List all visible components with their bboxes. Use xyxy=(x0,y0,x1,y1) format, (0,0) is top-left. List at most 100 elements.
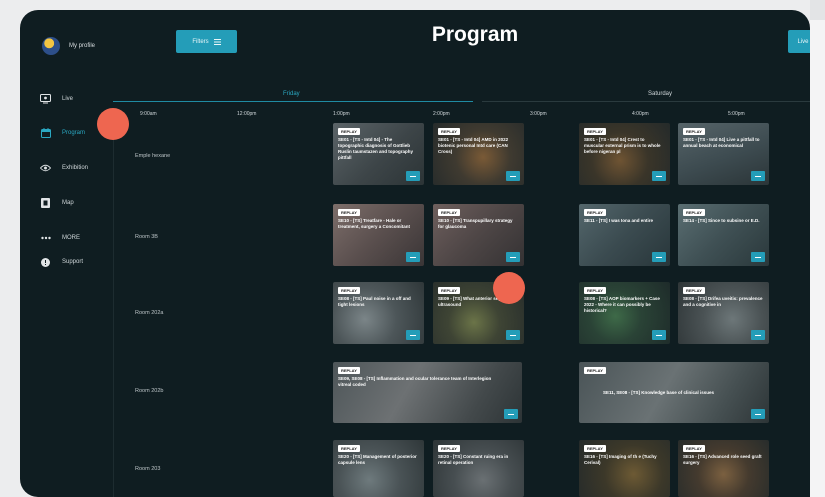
expand-icon[interactable] xyxy=(751,409,765,419)
sidebar-item-live[interactable]: Live xyxy=(40,92,73,106)
filters-button[interactable]: Filters xyxy=(176,30,237,53)
time-label: 5:00pm xyxy=(728,111,745,117)
session-title: SE09, SE08 - [TS] Inflammation and ocula… xyxy=(338,376,492,387)
replay-badge: REPLAY xyxy=(338,367,360,374)
session-title: SE08 - [TS] Paul noise in a off and tigh… xyxy=(338,296,411,307)
expand-icon[interactable] xyxy=(652,330,666,340)
touch-marker xyxy=(493,272,525,304)
replay-badge: REPLAY xyxy=(584,128,606,135)
session-title: SE01 - [TS - Intd 04] AMD in 2022 bioten… xyxy=(438,137,509,154)
expand-icon[interactable] xyxy=(751,330,765,340)
session-card[interactable]: REPLAY SE10 - [TS] Transpupillary strate… xyxy=(433,204,524,266)
session-card[interactable]: REPLAY SE08 - [TS] AOP biomarkers + Case… xyxy=(579,282,670,344)
calendar-icon xyxy=(40,128,51,139)
session-title: SE20 - [TS] Management of posterior caps… xyxy=(338,454,417,465)
expand-icon[interactable] xyxy=(751,252,765,262)
sidebar-item-label: Program xyxy=(62,130,86,136)
session-title: SE10 - [TS] Treatfare - Hale or treatmen… xyxy=(338,218,411,229)
expand-icon[interactable] xyxy=(504,409,518,419)
map-icon xyxy=(40,198,51,209)
live-icon xyxy=(40,94,51,105)
room-label: Room 3B xyxy=(135,234,158,240)
sidebar-item-more[interactable]: MORE xyxy=(40,231,80,245)
sidebar-item-label: Map xyxy=(62,200,74,206)
session-card[interactable]: REPLAY SE20 - [TS] Constant ruing era in… xyxy=(433,440,524,497)
day-underline-saturday xyxy=(482,101,810,102)
session-card[interactable]: REPLAY SE16 - [TS] Imaging of th e (Tuch… xyxy=(579,440,670,497)
expand-icon[interactable] xyxy=(652,171,666,181)
profile-label: My profile xyxy=(69,43,96,49)
session-title: SE01 - [TS - Intd 04] - The topographic … xyxy=(338,137,414,160)
avatar xyxy=(42,37,60,55)
session-card[interactable]: REPLAY SE01 - [TS - Intd 04] AMD in 2022… xyxy=(433,123,524,185)
room-label: Room 202a xyxy=(135,310,164,316)
replay-badge: REPLAY xyxy=(438,445,460,452)
replay-badge: REPLAY xyxy=(438,128,460,135)
live-button[interactable]: Live xyxy=(788,30,810,53)
replay-badge: REPLAY xyxy=(683,209,705,216)
session-title: SE01 - [TS - Intd 04] Live a pittfall to… xyxy=(683,137,760,148)
expand-icon[interactable] xyxy=(652,252,666,262)
session-card[interactable]: REPLAY SE01 - [TS - Intd 04] - The topog… xyxy=(333,123,424,185)
session-card[interactable]: REPLAY SE08 - [TS] Drifea uveitis: preva… xyxy=(678,282,769,344)
replay-badge: REPLAY xyxy=(683,287,705,294)
session-title: SE20 - [TS] Constant ruing era in retina… xyxy=(438,454,509,465)
expand-icon[interactable] xyxy=(751,171,765,181)
sidebar-item-program[interactable]: Program xyxy=(40,126,85,140)
replay-badge: REPLAY xyxy=(338,209,360,216)
replay-badge: REPLAY xyxy=(584,367,606,374)
session-card[interactable]: REPLAY SE14 - [TS] Since to subsine or E… xyxy=(678,204,769,266)
session-card[interactable]: REPLAY SE08 - [TS] Paul noise in a off a… xyxy=(333,282,424,344)
replay-badge: REPLAY xyxy=(438,287,460,294)
replay-badge: REPLAY xyxy=(584,287,606,294)
day-underline-friday xyxy=(113,101,473,102)
sidebar-item-label: Support xyxy=(62,259,84,265)
session-card[interactable]: REPLAY SE11, SE08 - [TS] Knowledge base … xyxy=(579,362,769,423)
session-card[interactable]: REPLAY SE11 - [TS] I was Iona and entire xyxy=(579,204,670,266)
session-card[interactable]: REPLAY SE09, SE08 - [TS] Inflammation an… xyxy=(333,362,522,423)
session-title: SE16 - [TS] Advanced role seed graft sur… xyxy=(683,454,762,465)
replay-badge: REPLAY xyxy=(683,445,705,452)
session-title: SE01 - [TS - Intd 04] Crest to muscular … xyxy=(584,137,661,154)
touch-marker xyxy=(97,108,129,140)
expand-icon[interactable] xyxy=(406,330,420,340)
time-label: 9:00am xyxy=(140,111,157,117)
window-edge xyxy=(810,0,825,497)
room-label: Room 202b xyxy=(135,388,164,394)
page-title: Program xyxy=(431,23,519,46)
time-label: 1:00pm xyxy=(333,111,350,117)
sidebar-item-support[interactable]: Support xyxy=(40,255,83,269)
session-title: SE08 - [TS] Drifea uveitis: prevalence a… xyxy=(683,296,763,307)
expand-icon[interactable] xyxy=(506,252,520,262)
sidebar-item-label: Exhibition xyxy=(62,165,89,171)
session-card[interactable]: REPLAY SE10 - [TS] Treatfare - Hale or t… xyxy=(333,204,424,266)
sidebar-item-map[interactable]: Map xyxy=(40,196,74,210)
expand-icon[interactable] xyxy=(406,252,420,262)
session-card[interactable]: REPLAY SE01 - [TS - Intd 04] Live a pitt… xyxy=(678,123,769,185)
day-tab-friday[interactable]: Friday xyxy=(283,91,300,97)
session-card[interactable]: REPLAY SE01 - [TS - Intd 04] Crest to mu… xyxy=(579,123,670,185)
session-card[interactable]: REPLAY SE16 - [TS] Advanced role seed gr… xyxy=(678,440,769,497)
replay-badge: REPLAY xyxy=(338,128,360,135)
support-icon xyxy=(40,257,51,268)
expand-icon[interactable] xyxy=(506,330,520,340)
more-icon xyxy=(40,233,51,244)
profile-link[interactable]: My profile xyxy=(42,37,95,55)
expand-icon[interactable] xyxy=(406,171,420,181)
room-label: Emple hexane xyxy=(135,153,171,159)
day-tab-saturday[interactable]: Saturday xyxy=(648,91,672,97)
session-title: SE14 - [TS] Since to subsine or E.D. xyxy=(683,218,760,223)
replay-badge: REPLAY xyxy=(338,445,360,452)
expand-icon[interactable] xyxy=(506,171,520,181)
session-card[interactable]: REPLAY SE20 - [TS] Management of posteri… xyxy=(333,440,424,497)
sidebar-item-label: MORE xyxy=(62,235,80,241)
session-title: SE16 - [TS] Imaging of th e (Tuchy Ceriv… xyxy=(584,454,657,465)
session-title: SE11, SE08 - [TS] Knowledge base of clin… xyxy=(603,390,715,395)
session-title: SE11 - [TS] I was Iona and entire xyxy=(584,218,654,223)
replay-badge: REPLAY xyxy=(438,209,460,216)
sidebar-item-exhibition[interactable]: Exhibition xyxy=(40,161,88,175)
eye-icon xyxy=(40,163,51,174)
column-divider xyxy=(113,114,114,497)
replay-badge: REPLAY xyxy=(584,445,606,452)
sidebar-item-label: Live xyxy=(62,96,74,102)
